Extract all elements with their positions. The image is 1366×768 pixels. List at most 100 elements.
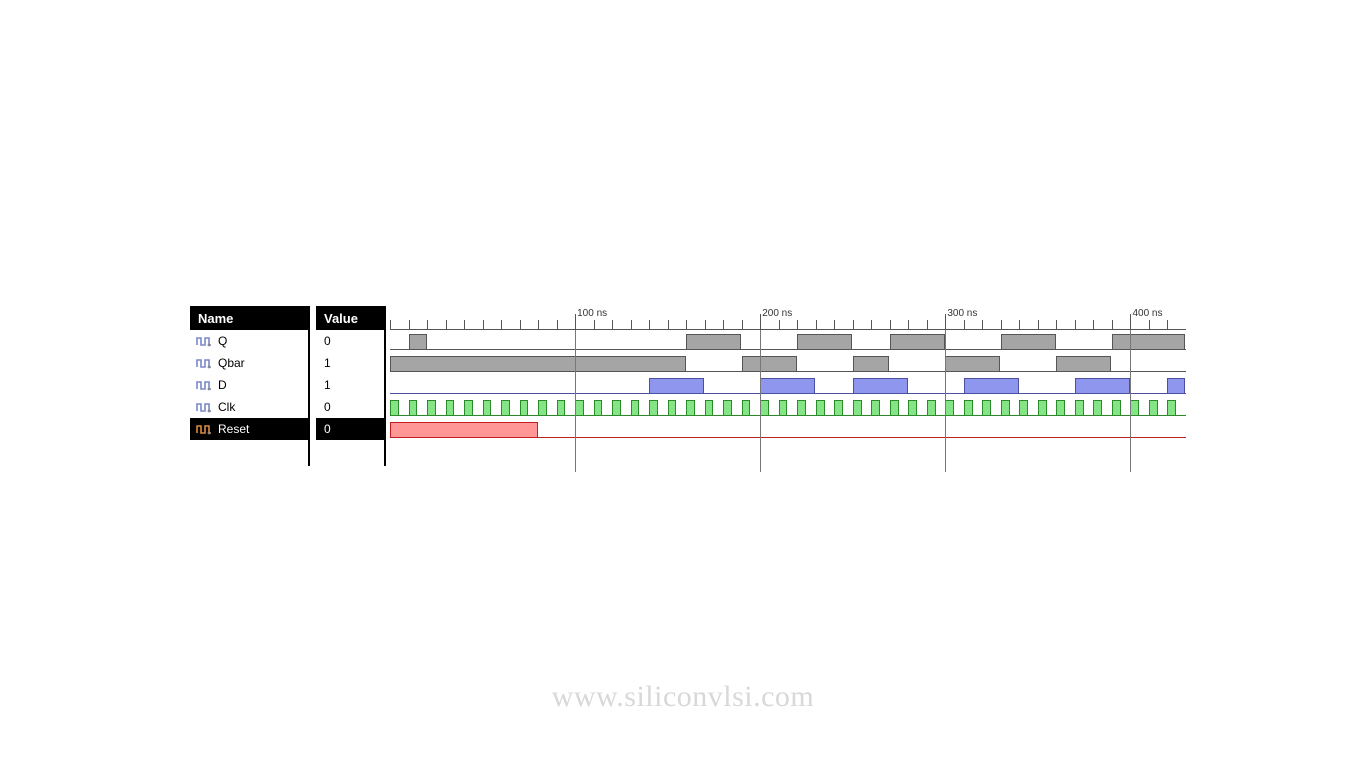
wave-high-segment xyxy=(723,400,732,416)
wave-high-segment xyxy=(816,400,825,416)
wave-high-segment xyxy=(742,400,751,416)
gridline xyxy=(760,330,761,472)
wave-high-segment xyxy=(1056,400,1065,416)
wave-high-segment xyxy=(742,356,797,372)
wave-icon xyxy=(196,334,212,348)
ruler-tick-minor xyxy=(816,320,817,330)
waveform-q[interactable] xyxy=(390,330,1186,352)
signal-name-label: D xyxy=(218,378,227,392)
signal-value-qbar[interactable]: 1 xyxy=(316,352,384,374)
ruler-tick-major xyxy=(1130,314,1131,330)
signal-row-q[interactable]: Q xyxy=(190,330,308,352)
wave-high-segment xyxy=(779,400,788,416)
wave-high-segment xyxy=(575,400,584,416)
wave-high-segment xyxy=(853,400,862,416)
wave-icon xyxy=(196,356,212,370)
signal-row-reset[interactable]: Reset xyxy=(190,418,308,440)
wave-high-segment xyxy=(594,400,603,416)
ruler-tick-minor xyxy=(705,320,706,330)
ruler-tick-minor xyxy=(779,320,780,330)
wave-high-segment xyxy=(446,400,455,416)
ruler-tick-minor xyxy=(446,320,447,330)
wave-high-segment xyxy=(668,400,677,416)
signal-row-d[interactable]: D xyxy=(190,374,308,396)
ruler-tick-minor xyxy=(557,320,558,330)
ruler-tick-minor xyxy=(594,320,595,330)
wave-high-segment xyxy=(853,356,890,372)
wave-icon xyxy=(196,422,212,436)
signal-name-label: Reset xyxy=(218,422,249,436)
waveform-qbar[interactable] xyxy=(390,352,1186,374)
wave-high-segment xyxy=(871,400,880,416)
signal-value-q[interactable]: 0 xyxy=(316,330,384,352)
wave-high-segment xyxy=(409,400,418,416)
ruler-tick-minor xyxy=(501,320,502,330)
value-header-label: Value xyxy=(324,311,358,326)
ruler-tick-minor xyxy=(908,320,909,330)
ruler-tick-minor xyxy=(964,320,965,330)
waveform-baseline xyxy=(390,349,1186,350)
gridline xyxy=(575,330,576,472)
wave-high-segment xyxy=(945,356,1000,372)
wave-high-segment xyxy=(1112,400,1121,416)
waveform-viewer: Name Q Qbar D Clk Reset Value 01100 100 … xyxy=(190,306,1188,472)
name-column-header: Name xyxy=(190,306,308,330)
ruler-tick-minor xyxy=(871,320,872,330)
waveform-d[interactable] xyxy=(390,374,1186,396)
ruler-tick-minor xyxy=(1149,320,1150,330)
ruler-tick-minor xyxy=(853,320,854,330)
ruler-tick-minor xyxy=(427,320,428,330)
ruler-tick-minor xyxy=(1019,320,1020,330)
waveform-reset[interactable] xyxy=(390,418,1186,440)
wave-high-segment xyxy=(945,400,954,416)
time-ruler[interactable]: 100 ns200 ns300 ns400 ns xyxy=(390,306,1186,330)
wave-high-segment xyxy=(520,400,529,416)
wave-high-segment xyxy=(1075,400,1084,416)
wave-high-segment xyxy=(964,400,973,416)
wave-high-segment xyxy=(705,400,714,416)
ruler-tick-minor xyxy=(982,320,983,330)
wave-high-segment xyxy=(908,400,917,416)
ruler-tick-minor xyxy=(686,320,687,330)
waveform-rows xyxy=(390,330,1186,440)
signal-values-panel[interactable]: Value 01100 xyxy=(316,306,386,466)
ruler-tick-minor xyxy=(409,320,410,330)
wave-high-segment xyxy=(649,400,658,416)
signal-row-qbar[interactable]: Qbar xyxy=(190,352,308,374)
ruler-tick-minor xyxy=(1093,320,1094,330)
waveform-area[interactable]: 100 ns200 ns300 ns400 ns xyxy=(390,306,1186,472)
wave-high-segment xyxy=(834,400,843,416)
signal-value-label: 0 xyxy=(324,400,331,414)
signal-value-clk[interactable]: 0 xyxy=(316,396,384,418)
ruler-tick-minor xyxy=(612,320,613,330)
signal-value-reset[interactable]: 0 xyxy=(316,418,384,440)
ruler-tick-minor xyxy=(520,320,521,330)
wave-high-segment xyxy=(1001,334,1056,350)
signal-name-label: Qbar xyxy=(218,356,245,370)
wave-high-segment xyxy=(1056,356,1111,372)
ruler-tick-minor xyxy=(390,320,391,330)
name-header-label: Name xyxy=(198,311,233,326)
ruler-label: 100 ns xyxy=(577,308,607,319)
waveform-clk[interactable] xyxy=(390,396,1186,418)
signal-value-d[interactable]: 1 xyxy=(316,374,384,396)
ruler-tick-minor xyxy=(649,320,650,330)
wave-high-segment xyxy=(1093,400,1102,416)
ruler-label: 400 ns xyxy=(1132,308,1162,319)
value-column-header: Value xyxy=(316,306,384,330)
ruler-tick-minor xyxy=(797,320,798,330)
wave-high-segment xyxy=(964,378,1019,394)
wave-high-segment xyxy=(760,378,815,394)
ruler-tick-minor xyxy=(464,320,465,330)
wave-high-segment xyxy=(686,334,741,350)
wave-high-segment xyxy=(1167,400,1176,416)
wave-high-segment xyxy=(686,400,695,416)
signal-value-label: 1 xyxy=(324,378,331,392)
wave-high-segment xyxy=(1130,400,1139,416)
signal-row-clk[interactable]: Clk xyxy=(190,396,308,418)
ruler-tick-minor xyxy=(1112,320,1113,330)
wave-high-segment xyxy=(631,400,640,416)
ruler-tick-major xyxy=(760,314,761,330)
ruler-tick-minor xyxy=(668,320,669,330)
signal-names-panel[interactable]: Name Q Qbar D Clk Reset xyxy=(190,306,310,466)
